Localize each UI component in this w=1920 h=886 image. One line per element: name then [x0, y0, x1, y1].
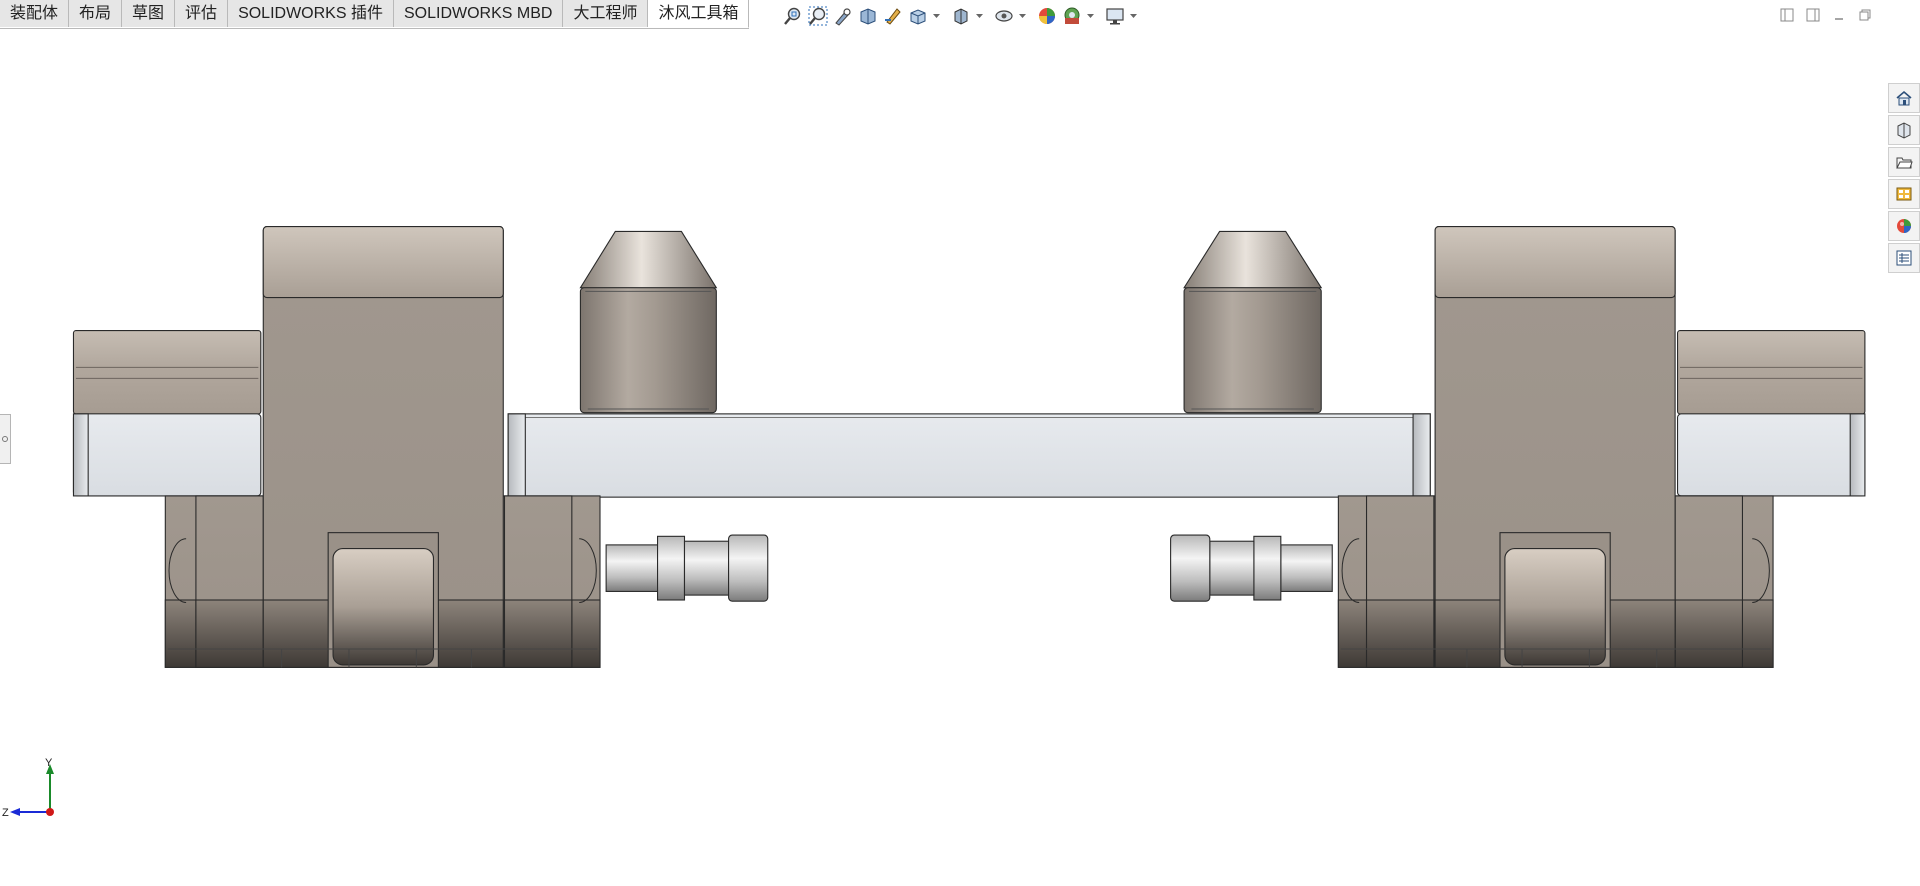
pin-body: [1209, 540, 1255, 596]
minimize-icon[interactable]: [1828, 4, 1850, 26]
command-manager-tabs: 装配体 布局 草图 评估 SOLIDWORKS 插件 SOLIDWORKS MB…: [0, 0, 750, 29]
file-explorer-icon[interactable]: [1888, 147, 1920, 177]
design-library-icon[interactable]: [1888, 115, 1920, 145]
wing-top-block: [1677, 330, 1866, 415]
crossbar-right-end: [1412, 413, 1431, 498]
zoom-to-area-icon[interactable]: [807, 5, 829, 27]
handle-grip-icon: [2, 436, 8, 442]
tab-mufeng-toolbox[interactable]: 沐风工具箱: [648, 0, 750, 28]
main-body-top: [1434, 225, 1676, 299]
pin-shank: [605, 544, 659, 592]
crossbar-left-end: [507, 413, 526, 498]
tile-right-icon[interactable]: [1802, 4, 1824, 26]
side-rib-shade: [195, 599, 264, 668]
tab-assembly[interactable]: 装配体: [0, 0, 70, 27]
assembly-model[interactable]: [0, 0, 1920, 881]
view-orientation-icon[interactable]: [907, 5, 929, 27]
wing-top-block: [72, 330, 262, 415]
task-pane-tabs: [1888, 83, 1920, 273]
side-rib-shade: [503, 599, 573, 668]
tab-layout[interactable]: 布局: [69, 0, 123, 27]
view-settings-icon[interactable]: [1104, 5, 1126, 27]
appearances-scenes-icon[interactable]: [1888, 211, 1920, 241]
pin-shank: [1280, 544, 1333, 592]
display-style-icon[interactable]: [950, 5, 972, 27]
section-view-icon[interactable]: [857, 5, 879, 27]
apply-scene-dropdown-icon[interactable]: [1086, 5, 1094, 27]
wing-lower-end: [72, 413, 89, 497]
tab-solidworks-mbd[interactable]: SOLIDWORKS MBD: [393, 0, 564, 27]
document-window-controls: [1776, 4, 1876, 26]
tab-evaluate[interactable]: 评估: [175, 0, 229, 27]
heads-up-view-toolbar: [782, 4, 1137, 28]
triad-y-label: Y: [45, 758, 53, 769]
previous-view-icon[interactable]: [832, 5, 854, 27]
hide-show-dropdown-icon[interactable]: [1018, 5, 1026, 27]
cone-cylinder: [1183, 287, 1322, 414]
wing-lower-block: [1677, 413, 1866, 497]
tile-left-icon[interactable]: [1776, 4, 1798, 26]
apply-scene-icon[interactable]: [1061, 5, 1083, 27]
pin-collar: [657, 535, 686, 601]
locating-cone-1: [579, 230, 718, 414]
cone-tip: [579, 230, 718, 289]
right-quick-change-pin: [1170, 534, 1333, 602]
zoom-to-fit-icon[interactable]: [782, 5, 804, 27]
dynamic-annotation-views-icon[interactable]: [882, 5, 904, 27]
center-crossbar: [507, 413, 1431, 498]
side-rib-shade: [1674, 599, 1743, 668]
tab-big-engineer[interactable]: 大工程师: [563, 0, 649, 27]
wing-lower-block: [72, 413, 262, 497]
main-body-top: [262, 225, 504, 299]
tab-solidworks-addins[interactable]: SOLIDWORKS 插件: [228, 0, 394, 27]
pin-body: [683, 540, 730, 596]
hide-show-items-icon[interactable]: [993, 5, 1015, 27]
roller: [1504, 548, 1606, 666]
locating-cone-2: [1183, 230, 1323, 414]
pin-knob: [728, 534, 769, 602]
roller: [332, 548, 435, 666]
cone-tip: [1183, 230, 1323, 289]
reference-triad: Y Z: [2, 758, 54, 819]
left-quick-change-pin: [605, 534, 769, 602]
custom-properties-icon[interactable]: [1888, 243, 1920, 273]
pin-collar: [1253, 535, 1282, 601]
pin-knob: [1170, 534, 1211, 602]
crossbar-face: [507, 413, 1431, 498]
view-orientation-dropdown-icon[interactable]: [932, 5, 940, 27]
side-rib-shade: [1365, 599, 1435, 668]
restore-icon[interactable]: [1854, 4, 1876, 26]
tab-sketch[interactable]: 草图: [122, 0, 176, 27]
graphics-area[interactable]: Y Z: [0, 0, 1920, 881]
display-style-dropdown-icon[interactable]: [975, 5, 983, 27]
solidworks-resources-icon[interactable]: [1888, 83, 1920, 113]
edit-appearance-icon[interactable]: [1036, 5, 1058, 27]
wing-lower-end: [1849, 413, 1866, 497]
triad-z-label: Z: [2, 807, 9, 819]
cone-cylinder: [579, 287, 717, 414]
feature-manager-expand-handle[interactable]: [0, 414, 11, 464]
view-palette-icon[interactable]: [1888, 179, 1920, 209]
view-settings-dropdown-icon[interactable]: [1129, 5, 1137, 27]
